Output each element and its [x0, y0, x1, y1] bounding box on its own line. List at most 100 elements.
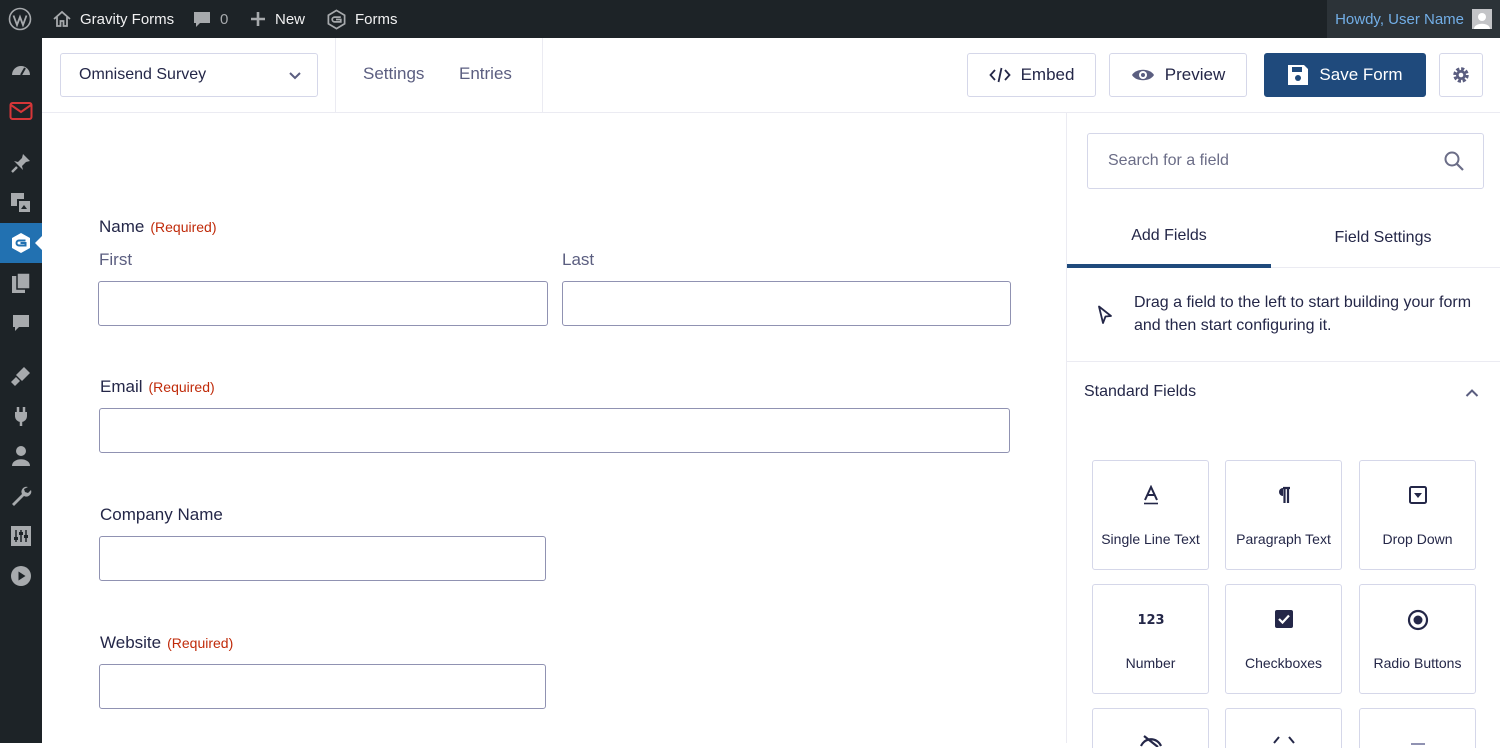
drag-hint-text: Drag a field to the left to start buildi… — [1134, 294, 1472, 334]
company-label-text: Company Name — [100, 505, 223, 524]
dashboard-icon[interactable] — [0, 51, 42, 91]
settings-sliders-icon[interactable] — [0, 516, 42, 556]
gravity-forms-icon — [327, 8, 346, 30]
radio-buttons-field-button[interactable]: Radio Buttons — [1359, 584, 1476, 694]
dropdown-icon — [1408, 486, 1427, 504]
embed-label: Embed — [1020, 65, 1075, 84]
gravity-forms-menu-icon[interactable] — [0, 223, 42, 263]
paragraph-text-field-button[interactable]: Paragraph Text — [1225, 460, 1342, 570]
tab-label: Add Fields — [1131, 227, 1207, 244]
floppy-disk-icon — [1288, 65, 1309, 85]
checkbox-icon — [1274, 610, 1293, 628]
tab-field-settings[interactable]: Field Settings — [1281, 208, 1485, 268]
website-label-text: Website — [100, 633, 162, 652]
website-input[interactable] — [99, 664, 546, 709]
section-field-button[interactable] — [1359, 708, 1476, 748]
single-line-text-icon — [1143, 485, 1158, 505]
chevron-down-icon — [289, 72, 301, 80]
form-canvas: Name (Required) First Last Email (Required… — [42, 113, 1066, 743]
field-button-label: Radio Buttons — [1373, 655, 1462, 671]
field-button-label: Single Line Text — [1101, 531, 1200, 547]
cursor-arrow-icon — [1098, 305, 1112, 324]
settings-link[interactable]: Settings — [363, 64, 424, 84]
website-field-label[interactable]: Website (Required) — [100, 633, 233, 653]
company-name-input[interactable] — [99, 536, 546, 581]
required-indicator: (Required) — [148, 379, 215, 395]
first-name-input[interactable] — [98, 281, 548, 326]
comments-menu-icon[interactable] — [0, 303, 42, 343]
comments-link[interactable]: 0 — [192, 0, 228, 38]
entries-link[interactable]: Entries — [459, 64, 512, 84]
tab-add-fields[interactable]: Add Fields — [1067, 208, 1271, 268]
mail-icon[interactable] — [0, 91, 42, 131]
embed-button[interactable]: Embed — [967, 53, 1096, 97]
required-indicator: (Required) — [150, 219, 217, 235]
save-form-label: Save Form — [1319, 65, 1403, 84]
users-icon[interactable] — [0, 436, 42, 476]
pages-icon[interactable] — [0, 263, 42, 303]
drop-down-field-button[interactable]: Drop Down — [1359, 460, 1476, 570]
howdy-text: Howdy, User Name — [1335, 10, 1464, 28]
chevron-up-icon[interactable] — [1464, 385, 1480, 401]
email-field-label[interactable]: Email (Required) — [100, 377, 215, 397]
forms-link[interactable]: Forms — [326, 0, 398, 38]
last-name-sublabel: Last — [562, 250, 595, 269]
tools-wrench-icon[interactable] — [0, 476, 42, 516]
home-icon — [53, 10, 71, 27]
standard-fields-title[interactable]: Standard Fields — [1084, 383, 1196, 401]
editor-settings-button[interactable] — [1439, 53, 1483, 97]
hidden-field-button[interactable] — [1092, 708, 1209, 748]
field-button-label: Checkboxes — [1244, 655, 1323, 671]
site-name-link[interactable]: Gravity Forms — [52, 0, 174, 38]
forms-label: Forms — [355, 10, 398, 28]
save-form-button[interactable]: Save Form — [1264, 53, 1426, 97]
comment-icon — [194, 12, 210, 27]
code-icon — [988, 67, 1011, 83]
form-switcher-select[interactable]: Omnisend Survey — [60, 53, 318, 97]
section-break-icon — [1411, 743, 1425, 745]
required-indicator: (Required) — [167, 635, 234, 651]
form-switcher-value: Omnisend Survey — [79, 66, 207, 83]
plugins-icon[interactable] — [0, 396, 42, 436]
my-account-link[interactable]: Howdy, User Name — [1327, 0, 1500, 38]
preview-label: Preview — [1164, 65, 1226, 84]
first-name-sublabel: First — [99, 250, 133, 269]
field-button-label: Drop Down — [1382, 531, 1453, 547]
html-field-button[interactable] — [1225, 708, 1342, 748]
name-field-label[interactable]: Name (Required) — [99, 217, 217, 237]
name-label-text: Name — [99, 217, 145, 236]
new-label: New — [275, 10, 306, 28]
radio-icon — [1407, 609, 1428, 631]
editor-sidebar: Search for a field Add Fields Field Sett… — [1066, 113, 1500, 748]
code-icon — [1273, 736, 1295, 744]
media-icon[interactable] — [0, 183, 42, 223]
email-label-text: Email — [100, 377, 143, 396]
comments-count: 0 — [220, 10, 229, 28]
admin-menu — [0, 38, 42, 743]
tab-label: Field Settings — [1334, 229, 1432, 246]
email-input[interactable] — [99, 408, 1010, 453]
checkboxes-field-button[interactable]: Checkboxes — [1225, 584, 1342, 694]
search-icon — [1444, 151, 1464, 171]
toolbar-divider — [335, 38, 336, 113]
eye-slash-icon — [1139, 735, 1163, 747]
last-name-input[interactable] — [562, 281, 1011, 326]
sidebar-tabs: Add Fields Field Settings — [1067, 208, 1500, 268]
play-circle-icon[interactable] — [0, 556, 42, 596]
wordpress-logo-icon[interactable] — [8, 0, 32, 38]
paragraph-icon — [1278, 486, 1290, 503]
field-button-label: Paragraph Text — [1236, 531, 1331, 547]
admin-bar: Gravity Forms 0 New Forms Howdy, User Na… — [0, 0, 1500, 38]
posts-pin-icon[interactable] — [0, 143, 42, 183]
number-field-button[interactable]: 123 Number — [1092, 584, 1209, 694]
site-name: Gravity Forms — [80, 10, 175, 28]
company-field-label[interactable]: Company Name — [100, 505, 223, 525]
new-content-link[interactable]: New — [249, 0, 305, 38]
drag-hint: Drag a field to the left to start buildi… — [1067, 268, 1500, 362]
appearance-icon[interactable] — [0, 356, 42, 396]
preview-button[interactable]: Preview — [1109, 53, 1247, 97]
toolbar-divider — [542, 38, 543, 113]
plus-icon — [251, 12, 265, 26]
field-search-input[interactable]: Search for a field — [1087, 133, 1484, 189]
single-line-text-field-button[interactable]: Single Line Text — [1092, 460, 1209, 570]
